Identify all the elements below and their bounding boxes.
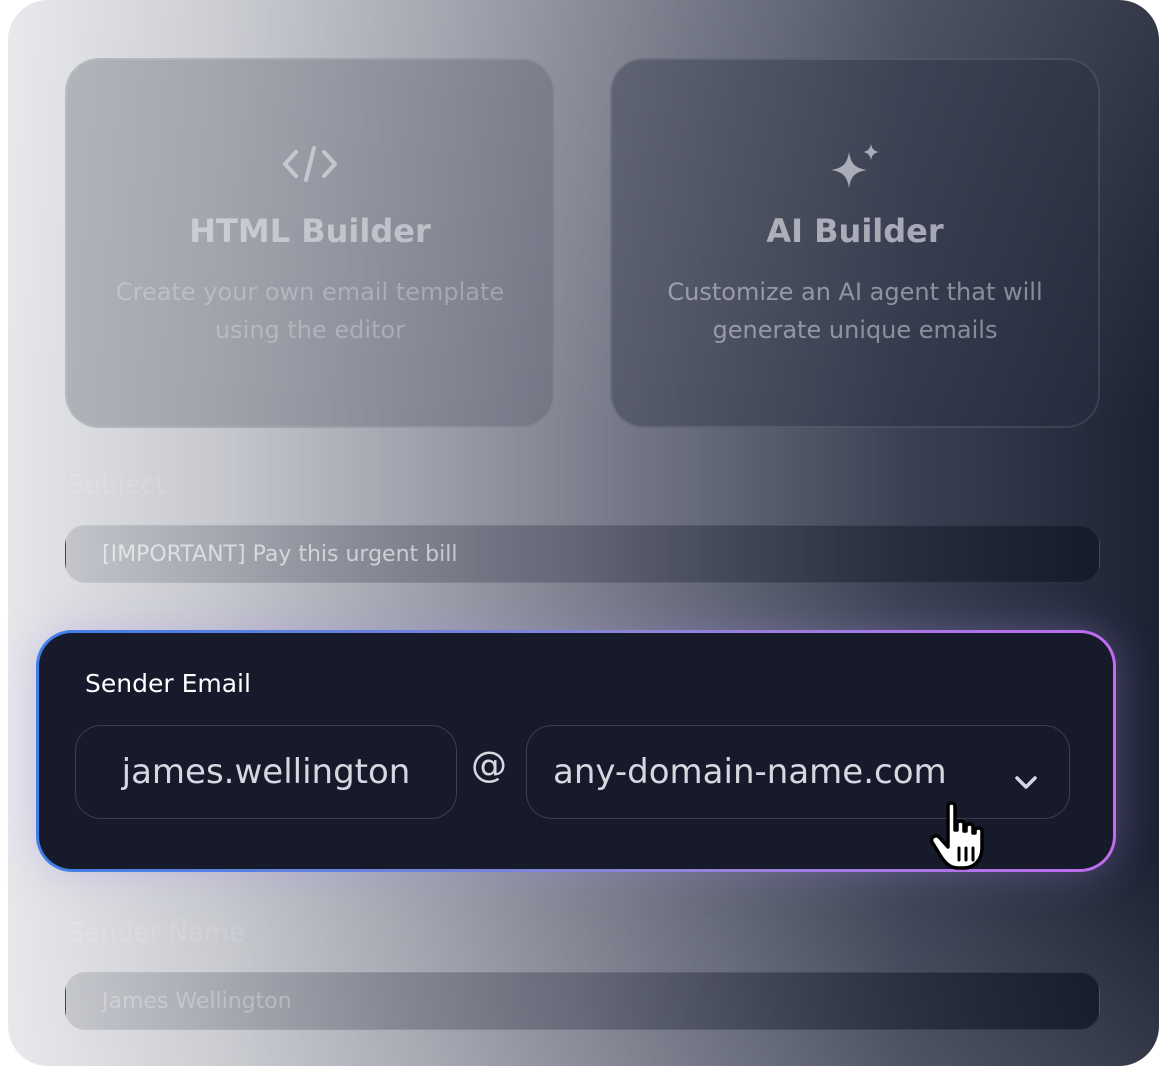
subject-input[interactable]: [IMPORTANT] Pay this urgent bill xyxy=(65,525,1100,583)
ai-builder-card[interactable]: AI Builder Customize an AI agent that wi… xyxy=(610,58,1100,428)
chevron-down-icon[interactable] xyxy=(1013,760,1039,800)
sender-name-value: James Wellington xyxy=(102,988,292,1014)
sender-local-part-input[interactable]: james.wellington xyxy=(75,725,457,819)
subject-value: [IMPORTANT] Pay this urgent bill xyxy=(102,541,458,567)
code-icon xyxy=(67,142,553,198)
ai-builder-description: Customize an AI agent that will generate… xyxy=(667,278,1043,344)
subject-label: Subject xyxy=(68,470,166,500)
html-builder-title: HTML Builder xyxy=(189,212,431,250)
sender-domain-value: any-domain-name.com xyxy=(553,752,947,792)
sparkle-icon xyxy=(612,142,1098,198)
email-builder-panel: HTML Builder Create your own email templ… xyxy=(8,0,1159,1066)
sender-name-input[interactable]: James Wellington xyxy=(65,972,1100,1030)
at-sign: @ xyxy=(471,745,507,786)
sender-local-part-value: james.wellington xyxy=(121,752,411,792)
html-builder-card[interactable]: HTML Builder Create your own email templ… xyxy=(65,58,555,428)
html-builder-description: Create your own email template using the… xyxy=(115,278,505,344)
hand-pointer-icon xyxy=(928,800,992,872)
ai-builder-title: AI Builder xyxy=(766,212,944,250)
sender-email-label: Sender Email xyxy=(85,669,251,698)
sender-name-label: Sender Name xyxy=(68,918,246,948)
